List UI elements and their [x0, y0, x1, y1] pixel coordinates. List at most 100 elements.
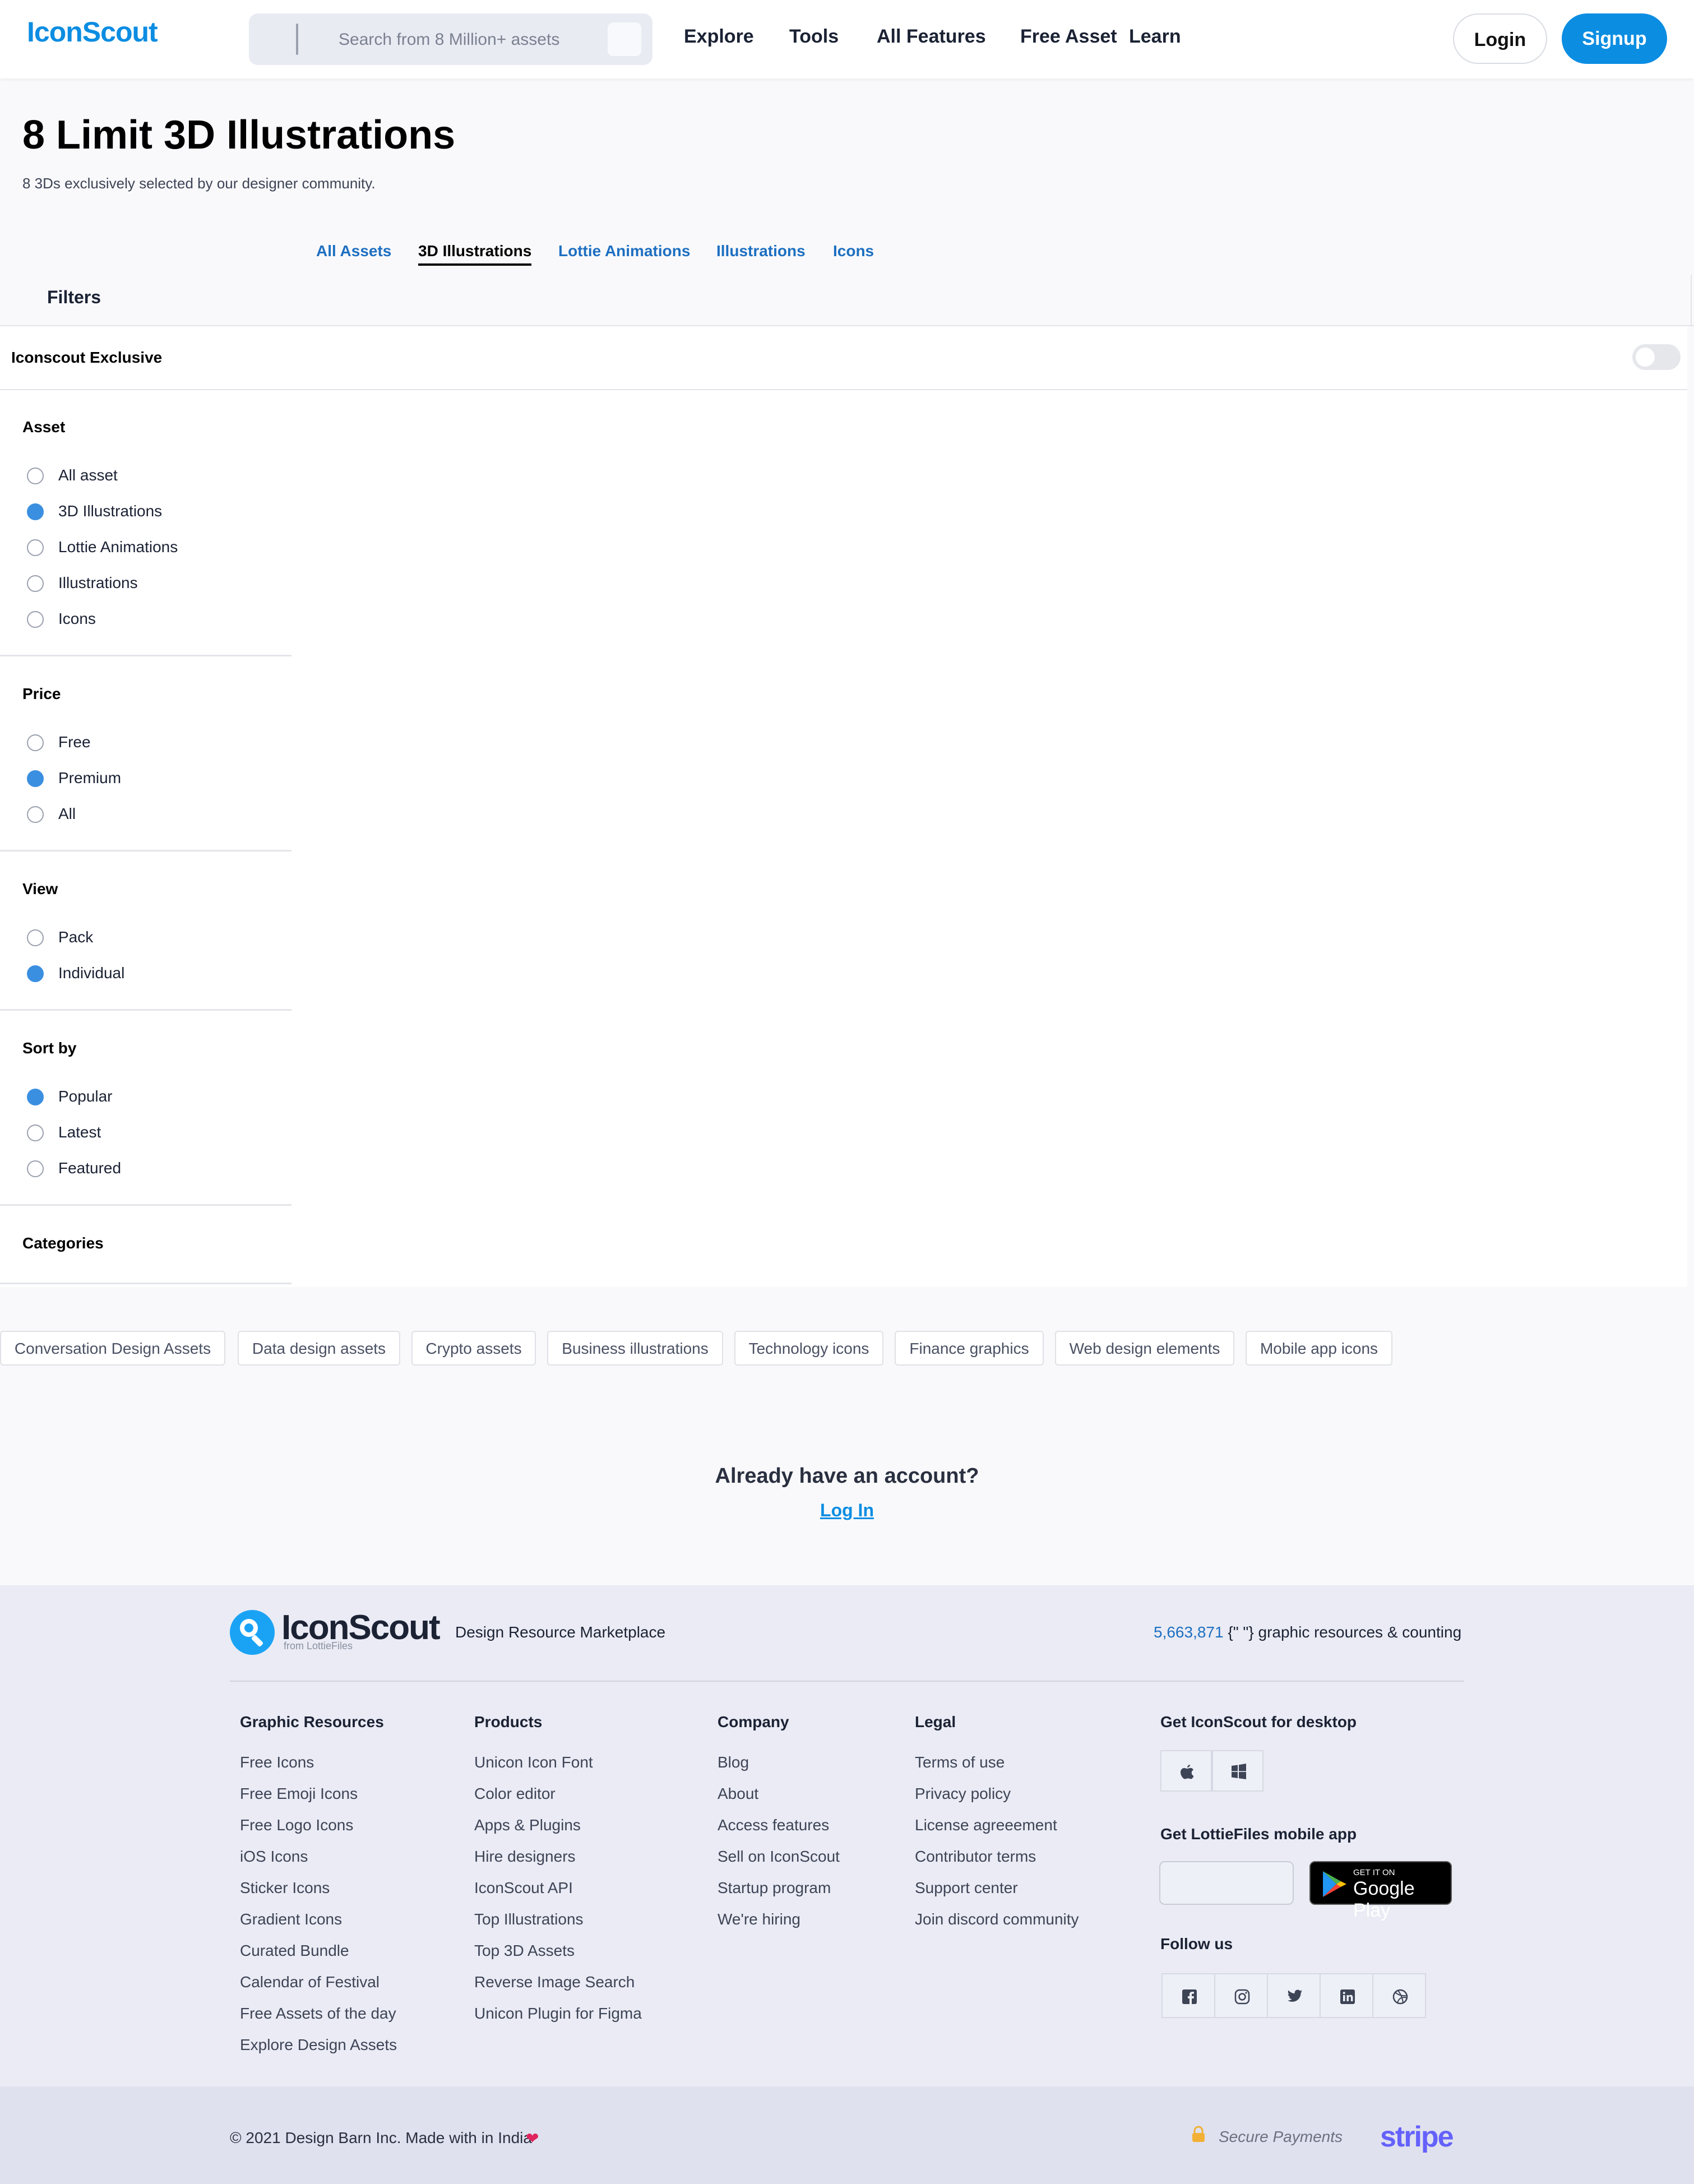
page-subtitle: 8 3Ds exclusively selected by our design… — [22, 175, 376, 192]
nav-learn[interactable]: Learn — [1129, 26, 1181, 48]
tag-chip[interactable]: Finance graphics — [895, 1331, 1044, 1366]
col-title-company: Company — [718, 1713, 789, 1730]
twitter-link[interactable] — [1267, 1973, 1321, 2018]
iconscout-logo[interactable]: IconScout — [27, 16, 158, 48]
tab-lottie-animations[interactable]: Lottie Animations — [558, 242, 690, 260]
search-input[interactable]: Search from 8 Million+ assets — [339, 30, 559, 49]
categories-section-title[interactable]: Categories — [22, 1234, 104, 1252]
tag-chip[interactable]: Crypto assets — [411, 1331, 536, 1366]
footer-link[interactable]: Support center — [915, 1879, 1018, 1897]
radio-button[interactable] — [27, 1160, 44, 1177]
nav-all-features[interactable]: All Features — [877, 26, 986, 48]
search-bar[interactable]: Search from 8 Million+ assets — [249, 13, 652, 65]
footer-link[interactable]: Gradient Icons — [240, 1910, 342, 1928]
footer-link[interactable]: Apps & Plugins — [474, 1816, 581, 1834]
radio-label: All asset — [58, 466, 118, 484]
login-link[interactable]: Log In — [0, 1500, 1694, 1521]
footer-link[interactable]: Sell on IconScout — [718, 1848, 840, 1866]
footer-link[interactable]: Explore Design Assets — [240, 2036, 397, 2054]
radio-label: All — [58, 805, 76, 822]
signup-button[interactable]: Signup — [1562, 13, 1667, 64]
view-section-title: View — [22, 880, 58, 897]
app-store-badge[interactable] — [1159, 1861, 1294, 1905]
footer-link[interactable]: Color editor — [474, 1785, 556, 1803]
dribbble-icon — [1392, 1989, 1408, 2005]
footer-link[interactable]: Privacy policy — [915, 1785, 1011, 1803]
radio-button[interactable] — [27, 806, 44, 823]
instagram-link[interactable] — [1214, 1973, 1268, 2018]
facebook-link[interactable] — [1161, 1973, 1215, 2018]
exclusive-toggle[interactable] — [1632, 344, 1681, 370]
footer-link[interactable]: Contributor terms — [915, 1848, 1036, 1866]
radio-button[interactable] — [27, 468, 44, 484]
divider — [0, 1204, 291, 1206]
radio-button[interactable] — [27, 539, 44, 556]
tag-chip[interactable]: Mobile app icons — [1246, 1331, 1392, 1366]
nav-tools[interactable]: Tools — [789, 26, 839, 48]
search-button[interactable] — [608, 22, 641, 56]
filters-title: Filters — [47, 287, 101, 307]
radio-button[interactable] — [27, 611, 44, 628]
footer-link[interactable]: Blog — [718, 1753, 749, 1771]
radio-button[interactable] — [27, 929, 44, 946]
nav-free-asset[interactable]: Free Asset — [1020, 26, 1117, 48]
tag-chip[interactable]: Technology icons — [734, 1331, 883, 1366]
footer-link[interactable]: Free Icons — [240, 1753, 314, 1771]
radio-label: Illustrations — [58, 574, 138, 591]
nav-explore[interactable]: Explore — [684, 26, 754, 48]
windows-icon — [1232, 1764, 1246, 1779]
footer-link[interactable]: Access features — [718, 1816, 829, 1834]
footer-link[interactable]: License agreeement — [915, 1816, 1057, 1834]
tag-chip[interactable]: Web design elements — [1055, 1331, 1234, 1366]
footer-link[interactable]: Unicon Icon Font — [474, 1753, 593, 1771]
tab-illustrations[interactable]: Illustrations — [716, 242, 806, 260]
footer-link[interactable]: About — [718, 1785, 758, 1803]
radio-label: Featured — [58, 1159, 122, 1177]
footer-link[interactable]: Startup program — [718, 1879, 831, 1897]
iconscout-logo-icon[interactable] — [230, 1610, 275, 1655]
radio-button[interactable] — [27, 770, 44, 787]
login-button[interactable]: Login — [1453, 13, 1547, 64]
radio-button[interactable] — [27, 734, 44, 751]
footer-link[interactable]: Top Illustrations — [474, 1910, 584, 1928]
footer-link[interactable]: Reverse Image Search — [474, 1973, 635, 1991]
macos-download-button[interactable] — [1160, 1750, 1212, 1792]
linkedin-link[interactable] — [1320, 1973, 1373, 2018]
divider — [0, 655, 291, 656]
footer-link[interactable]: Unicon Plugin for Figma — [474, 2005, 642, 2023]
google-play-badge[interactable]: GET IT ON Google Play — [1309, 1861, 1452, 1921]
tab-3d-illustrations[interactable]: 3D Illustrations — [418, 242, 532, 266]
divider — [0, 1009, 291, 1011]
page-title: 8 Limit 3D Illustrations — [22, 113, 456, 158]
radio-button[interactable] — [27, 1125, 44, 1141]
results-area — [291, 390, 1687, 1287]
footer-link[interactable]: Calendar of Festival — [240, 1973, 379, 1991]
tag-chip[interactable]: Business illustrations — [547, 1331, 723, 1366]
tag-chip[interactable]: Conversation Design Assets — [0, 1331, 225, 1366]
windows-download-button[interactable] — [1212, 1750, 1263, 1792]
twitter-icon — [1288, 1989, 1302, 2002]
radio-button[interactable] — [27, 575, 44, 592]
tag-chip[interactable]: Data design assets — [238, 1331, 400, 1366]
footer-link[interactable]: Hire designers — [474, 1848, 576, 1866]
footer-link[interactable]: We're hiring — [718, 1910, 800, 1928]
footer-link[interactable]: Sticker Icons — [240, 1879, 330, 1897]
footer-link[interactable]: IconScout API — [474, 1879, 573, 1897]
footer-link[interactable]: Join discord community — [915, 1910, 1079, 1928]
dribbble-link[interactable] — [1372, 1973, 1426, 2018]
tab-icons[interactable]: Icons — [833, 242, 874, 260]
footer-link[interactable]: iOS Icons — [240, 1848, 308, 1866]
tab-all-assets[interactable]: All Assets — [316, 242, 391, 260]
footer-link[interactable]: Top 3D Assets — [474, 1942, 575, 1960]
resource-count-number: 5,663,871 — [1154, 1623, 1224, 1641]
footer-link[interactable]: Free Assets of the day — [240, 2005, 396, 2023]
radio-button[interactable] — [27, 1089, 44, 1105]
footer-link[interactable]: Free Emoji Icons — [240, 1785, 358, 1803]
footer-link[interactable]: Free Logo Icons — [240, 1816, 353, 1834]
footer-link[interactable]: Terms of use — [915, 1753, 1005, 1771]
radio-button[interactable] — [27, 965, 44, 982]
radio-button[interactable] — [27, 503, 44, 520]
linkedin-icon — [1340, 1989, 1355, 2004]
footer-link[interactable]: Curated Bundle — [240, 1942, 349, 1960]
secure-payments-text: Secure Payments — [1219, 2128, 1343, 2145]
